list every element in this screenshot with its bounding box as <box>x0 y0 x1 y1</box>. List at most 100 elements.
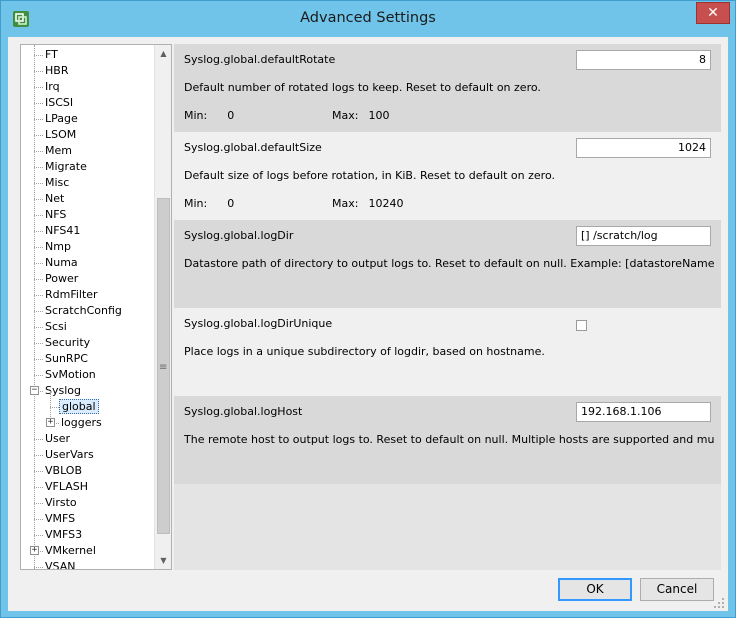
tree-connector <box>34 455 43 456</box>
tree-item-lsom[interactable]: LSOM <box>43 127 78 143</box>
tree-vertical-scrollbar[interactable]: ▲ ≡ ▼ <box>154 45 171 569</box>
tree-item-syslog[interactable]: Syslog <box>43 383 83 399</box>
cancel-button[interactable]: Cancel <box>640 578 714 601</box>
tree-connector <box>34 135 43 136</box>
tree-item-label: NFS41 <box>45 224 81 237</box>
tree-item-label: Syslog <box>45 384 81 397</box>
tree-item-security[interactable]: Security <box>43 335 92 351</box>
tree-connector <box>34 487 43 488</box>
setting-row: Syslog.global.logDirUnique Place logs in … <box>174 308 721 396</box>
tree-item-loggers[interactable]: loggers <box>59 415 104 431</box>
tree-item-label: Net <box>45 192 65 205</box>
tree-connector <box>34 231 43 232</box>
setting-name: Syslog.global.logHost <box>184 405 303 418</box>
setting-row: Syslog.global.defaultRotate Default numbe… <box>174 44 721 132</box>
max-value: 100 <box>368 109 390 122</box>
scroll-down-button[interactable]: ▼ <box>155 552 171 569</box>
tree-item-misc[interactable]: Misc <box>43 175 71 191</box>
setting-value-input[interactable]: [] /scratch/log <box>576 226 711 246</box>
tree-item-label: VFLASH <box>45 480 89 493</box>
tree-item-iscsi[interactable]: ISCSI <box>43 95 75 111</box>
advanced-settings-window: Advanced Settings ✕ FT HBR Irq ISCSI LPage LS… <box>0 0 736 618</box>
setting-value-input[interactable]: 192.168.1.106 <box>576 402 711 422</box>
tree-item-label: ScratchConfig <box>45 304 122 317</box>
tree-item-migrate[interactable]: Migrate <box>43 159 89 175</box>
expand-icon[interactable]: + <box>46 418 55 427</box>
tree-item-vmfs3[interactable]: VMFS3 <box>43 527 84 543</box>
tree-connector <box>34 71 43 72</box>
tree-item-nfs41[interactable]: NFS41 <box>43 223 82 239</box>
tree-item-svmotion[interactable]: SvMotion <box>43 367 98 383</box>
expand-icon[interactable]: + <box>30 546 39 555</box>
tree-connector <box>34 167 43 168</box>
tree-item-label: ISCSI <box>45 96 74 109</box>
tree-item-label: loggers <box>61 416 102 429</box>
tree-item-scratchconfig[interactable]: ScratchConfig <box>43 303 124 319</box>
tree-connector <box>34 263 43 264</box>
tree-item-lpage[interactable]: LPage <box>43 111 80 127</box>
tree-viewport: FT HBR Irq ISCSI LPage LSOM Mem Migrate Misc Net N… <box>21 45 154 569</box>
scroll-grip-icon: ≡ <box>159 362 168 373</box>
tree-item-numa[interactable]: Numa <box>43 255 80 271</box>
resize-grip-icon[interactable] <box>713 597 725 609</box>
tree-item-vmkernel[interactable]: VMkernel <box>43 543 98 559</box>
setting-name: Syslog.global.logDir <box>184 229 294 242</box>
tree-item-vflash[interactable]: VFLASH <box>43 479 90 495</box>
dialog-client-area: FT HBR Irq ISCSI LPage LSOM Mem Migrate Misc Net N… <box>8 37 728 611</box>
tree-item-label: RdmFilter <box>45 288 98 301</box>
tree-item-vsan[interactable]: VSAN <box>43 559 77 569</box>
tree-guide-line <box>34 45 35 569</box>
tree-item-label: Numa <box>45 256 78 269</box>
setting-name: Syslog.global.defaultSize <box>184 141 322 154</box>
tree-item-label: VMFS <box>45 512 76 525</box>
tree-item-nmp[interactable]: Nmp <box>43 239 73 255</box>
tree-item-vblob[interactable]: VBLOB <box>43 463 84 479</box>
tree-connector <box>34 311 43 312</box>
tree-item-label: Irq <box>45 80 60 93</box>
tree-connector <box>34 183 43 184</box>
tree-connector <box>34 359 43 360</box>
setting-value-input[interactable]: 8 <box>576 50 711 70</box>
tree-item-uservars[interactable]: UserVars <box>43 447 96 463</box>
tree-item-vmfs[interactable]: VMFS <box>43 511 77 527</box>
tree-item-hbr[interactable]: HBR <box>43 63 70 79</box>
tree-connector <box>34 375 43 376</box>
setting-min: Min: 0 <box>184 109 234 122</box>
setting-row: Syslog.global.logDir Datastore path of di… <box>174 220 721 308</box>
tree-item-rdmfilter[interactable]: RdmFilter <box>43 287 100 303</box>
scroll-up-button[interactable]: ▲ <box>155 45 171 62</box>
ok-button[interactable]: OK <box>558 578 632 601</box>
tree-item-power[interactable]: Power <box>43 271 80 287</box>
tree-item-label: HBR <box>45 64 69 77</box>
settings-category-tree[interactable]: FT HBR Irq ISCSI LPage LSOM Mem Migrate Misc Net N… <box>20 44 172 570</box>
settings-pane: Syslog.global.defaultRotate Default numbe… <box>174 44 721 570</box>
max-label: Max: <box>332 109 359 122</box>
tree-item-nfs[interactable]: NFS <box>43 207 68 223</box>
setting-checkbox[interactable] <box>576 320 587 331</box>
tree-item-scsi[interactable]: Scsi <box>43 319 69 335</box>
tree-connector <box>34 55 43 56</box>
tree-connector <box>34 103 43 104</box>
close-button[interactable]: ✕ <box>696 2 730 24</box>
tree-connector <box>34 471 43 472</box>
tree-item-sunrpc[interactable]: SunRPC <box>43 351 90 367</box>
title-bar[interactable]: Advanced Settings ✕ <box>1 1 735 37</box>
setting-value-input[interactable]: 1024 <box>576 138 711 158</box>
tree-item-net[interactable]: Net <box>43 191 66 207</box>
setting-description: Place logs in a unique subdirectory of l… <box>184 345 545 358</box>
tree-connector <box>34 535 43 536</box>
tree-connector <box>34 439 43 440</box>
tree-item-user[interactable]: User <box>43 431 72 447</box>
setting-description: Datastore path of directory to output lo… <box>184 257 714 270</box>
chevron-up-icon: ▲ <box>160 49 167 58</box>
collapse-icon[interactable]: − <box>30 386 39 395</box>
tree-item-ft[interactable]: FT <box>43 47 60 63</box>
tree-item-virsto[interactable]: Virsto <box>43 495 79 511</box>
close-icon: ✕ <box>707 5 719 21</box>
tree-item-irq[interactable]: Irq <box>43 79 62 95</box>
tree-connector <box>34 295 43 296</box>
tree-item-global[interactable]: global <box>59 399 99 415</box>
tree-connector <box>34 519 43 520</box>
tree-connector <box>34 343 43 344</box>
tree-item-mem[interactable]: Mem <box>43 143 74 159</box>
